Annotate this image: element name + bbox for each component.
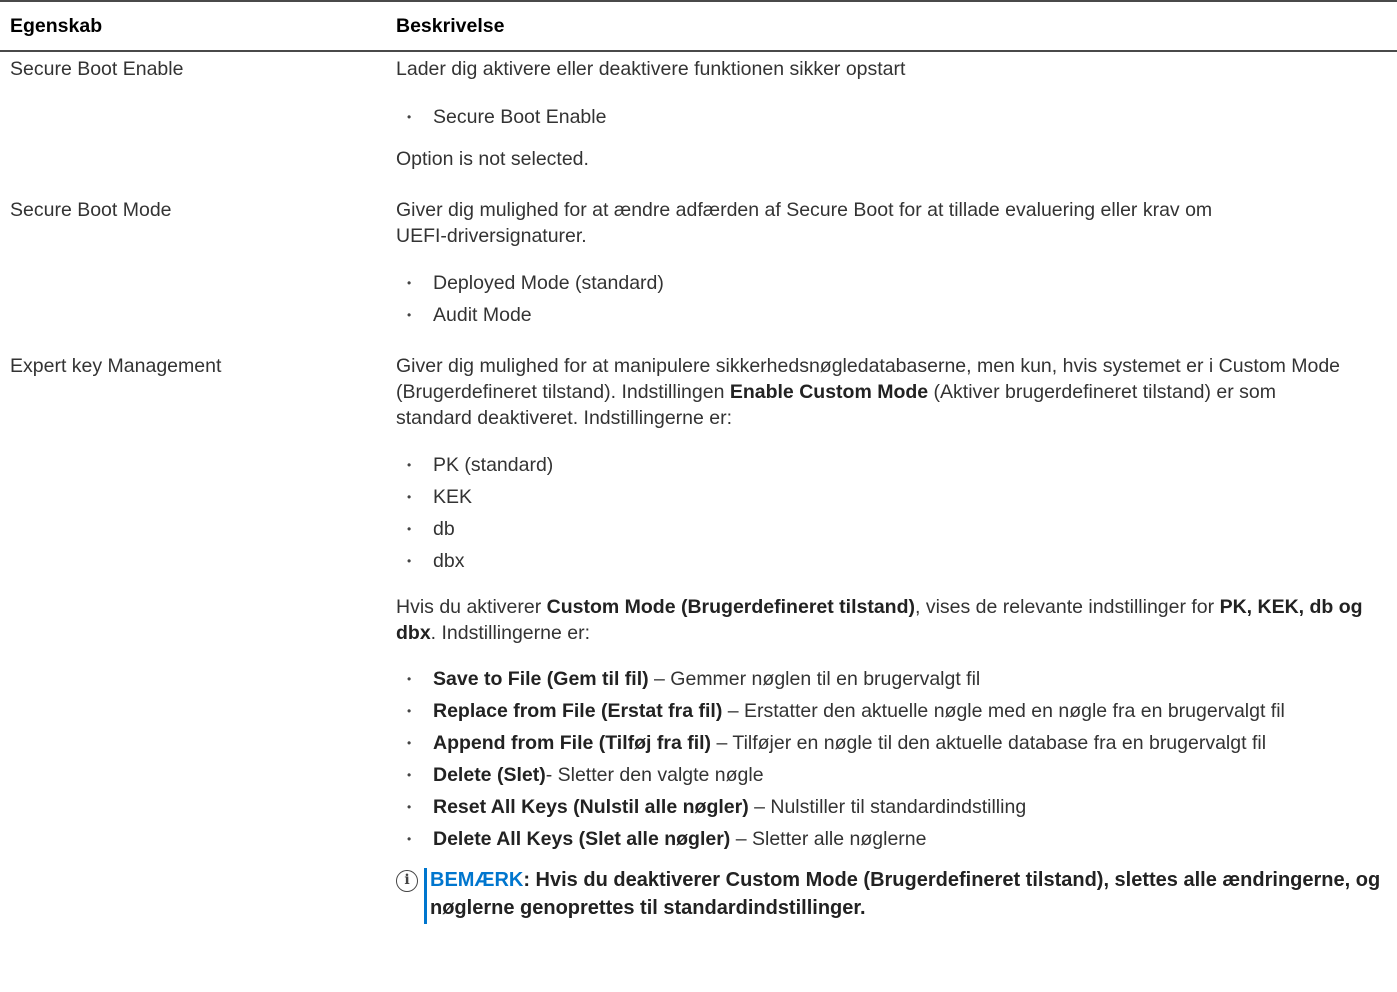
property-description: Lader dig aktivere eller deaktivere funk…: [396, 56, 1386, 172]
note-box: i BEMÆRK: Hvis du deaktiverer Custom Mod…: [396, 866, 1397, 924]
table-header: Egenskab Beskrivelse: [0, 0, 1397, 52]
list-item: • Deployed Mode (standard): [407, 272, 664, 294]
note-accent-bar: [424, 868, 427, 924]
properties-table: Egenskab Beskrivelse Secure Boot Enable …: [0, 0, 1397, 924]
options-list: • Deployed Mode (standard) • Audit Mode: [396, 270, 1386, 328]
info-icon: i: [396, 870, 418, 892]
bullet-icon: •: [407, 736, 412, 750]
options-list: • Secure Boot Enable: [396, 104, 1386, 130]
bullet-icon: •: [407, 522, 412, 536]
bullet-icon: •: [407, 490, 412, 504]
description-text: Lader dig aktivere eller deaktivere funk…: [396, 58, 906, 80]
header-property: Egenskab: [10, 15, 103, 37]
list-item: • Delete All Keys (Slet alle nøgler) – Sl…: [407, 828, 927, 850]
property-name: Expert key Management: [10, 355, 222, 377]
list-item: • Delete (Slet)- Sletter den valgte nøgle: [407, 764, 764, 786]
options-list: • PK (standard) • KEK • db • dbx: [396, 452, 1386, 574]
list-item: • Reset All Keys (Nulstil alle nøgler) – …: [407, 796, 1027, 818]
list-item: • Secure Boot Enable: [407, 106, 607, 128]
description-text: Giver dig mulighed for at manipulere sik…: [396, 355, 1341, 429]
list-item: • KEK: [407, 486, 473, 508]
list-item: • Append from File (Tilføj fra fil) – Til…: [407, 732, 1267, 754]
bullet-icon: •: [407, 800, 412, 814]
list-item: • Audit Mode: [407, 304, 532, 326]
bullet-icon: •: [407, 704, 412, 718]
property-description: Giver dig mulighed for at manipulere sik…: [396, 353, 1386, 924]
bullet-icon: •: [407, 832, 412, 846]
bullet-icon: •: [407, 672, 412, 686]
property-name: Secure Boot Mode: [10, 199, 172, 221]
list-item: • PK (standard): [407, 454, 554, 476]
list-item: • dbx: [407, 550, 465, 572]
note-text: : Hvis du deaktiverer Custom Mode (Bruge…: [430, 869, 1381, 919]
bullet-icon: •: [407, 458, 412, 472]
header-description: Beskrivelse: [396, 15, 505, 37]
note-label: BEMÆRK: [430, 869, 524, 891]
list-item: • Replace from File (Erstat fra fil) – Er…: [407, 700, 1285, 722]
description-text: Hvis du aktiverer Custom Mode (Brugerdef…: [396, 596, 1363, 644]
bullet-icon: •: [407, 276, 412, 290]
property-name: Secure Boot Enable: [10, 58, 184, 80]
list-item: • Save to File (Gem til fil) – Gemmer nøg…: [407, 668, 981, 690]
description-text: Option is not selected.: [396, 148, 589, 170]
bullet-icon: •: [407, 110, 412, 124]
bullet-icon: •: [407, 768, 412, 782]
property-description: Giver dig mulighed for at ændre adfærden…: [396, 197, 1386, 334]
list-item: • db: [407, 518, 455, 540]
bullet-icon: •: [407, 308, 412, 322]
bullet-icon: •: [407, 554, 412, 568]
actions-list: • Save to File (Gem til fil) – Gemmer nøg…: [396, 666, 1296, 852]
description-text: Giver dig mulighed for at ændre adfærden…: [396, 199, 1213, 247]
